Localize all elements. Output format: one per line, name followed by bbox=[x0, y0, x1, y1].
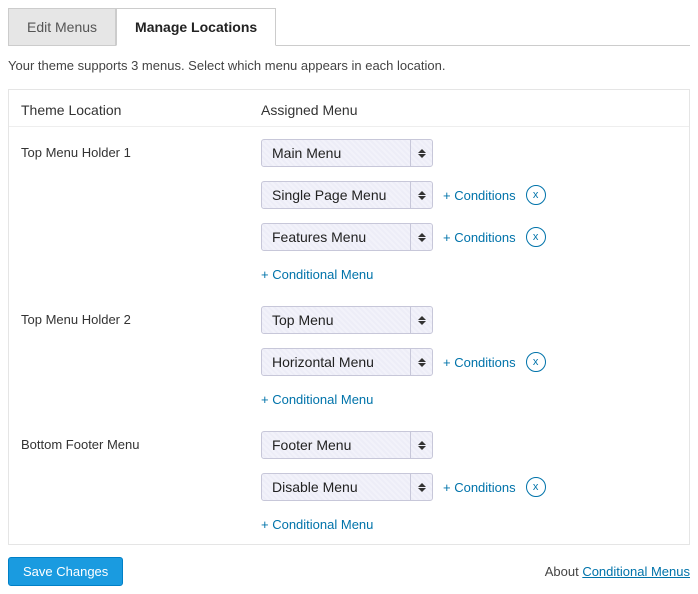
select-value: Single Page Menu bbox=[272, 187, 386, 203]
footer-row: Save Changes About Conditional Menus bbox=[8, 557, 690, 586]
conditions-link[interactable]: + Conditions bbox=[443, 355, 516, 370]
add-conditional-menu-link[interactable]: + Conditional Menu bbox=[261, 265, 677, 282]
assign-line-conditional: Horizontal Menu + Conditions x bbox=[261, 348, 677, 376]
updown-icon bbox=[410, 182, 432, 208]
assignments: Footer Menu Disable Menu + Conditions x + Co… bbox=[261, 431, 677, 532]
select-value: Top Menu bbox=[272, 312, 333, 328]
assign-line-primary: Footer Menu bbox=[261, 431, 677, 459]
updown-icon bbox=[410, 140, 432, 166]
menu-select-primary[interactable]: Footer Menu bbox=[261, 431, 433, 459]
location-name: Top Menu Holder 1 bbox=[21, 139, 261, 160]
add-conditional-menu-link[interactable]: + Conditional Menu bbox=[261, 390, 677, 407]
updown-icon bbox=[410, 432, 432, 458]
about-link[interactable]: Conditional Menus bbox=[582, 564, 690, 579]
remove-button[interactable]: x bbox=[526, 185, 546, 205]
menu-select-primary[interactable]: Top Menu bbox=[261, 306, 433, 334]
remove-button[interactable]: x bbox=[526, 477, 546, 497]
save-button[interactable]: Save Changes bbox=[8, 557, 123, 586]
menu-select-conditional[interactable]: Features Menu bbox=[261, 223, 433, 251]
select-value: Disable Menu bbox=[272, 479, 358, 495]
assign-line-conditional: Features Menu + Conditions x bbox=[261, 223, 677, 251]
assignments: Top Menu Horizontal Menu + Conditions x + Co… bbox=[261, 306, 677, 407]
tab-manage-locations[interactable]: Manage Locations bbox=[116, 8, 276, 46]
table-header: Theme Location Assigned Menu bbox=[9, 90, 689, 127]
select-value: Footer Menu bbox=[272, 437, 351, 453]
menu-select-conditional[interactable]: Horizontal Menu bbox=[261, 348, 433, 376]
assign-line-conditional: Disable Menu + Conditions x bbox=[261, 473, 677, 501]
assign-line-primary: Main Menu bbox=[261, 139, 677, 167]
assignments: Main MenuSingle Page Menu+ ConditionsxFe… bbox=[261, 139, 677, 282]
conditions-link[interactable]: + Conditions bbox=[443, 230, 516, 245]
about-prefix: About bbox=[545, 564, 583, 579]
select-value: Horizontal Menu bbox=[272, 354, 374, 370]
add-conditional-menu-link[interactable]: + Conditional Menu bbox=[261, 515, 677, 532]
locations-table: Theme Location Assigned Menu Top Menu Ho… bbox=[8, 89, 690, 545]
tabs-bar: Edit Menus Manage Locations bbox=[8, 8, 690, 46]
location-name: Bottom Footer Menu bbox=[21, 431, 261, 452]
header-assigned-menu: Assigned Menu bbox=[261, 102, 677, 118]
updown-icon bbox=[410, 224, 432, 250]
menu-select-primary[interactable]: Main Menu bbox=[261, 139, 433, 167]
conditions-link[interactable]: + Conditions bbox=[443, 188, 516, 203]
select-value: Features Menu bbox=[272, 229, 366, 245]
remove-button[interactable]: x bbox=[526, 352, 546, 372]
menu-select-conditional[interactable]: Disable Menu bbox=[261, 473, 433, 501]
assign-line-conditional: Single Page Menu + Conditions x bbox=[261, 181, 677, 209]
about-text: About Conditional Menus bbox=[545, 564, 690, 579]
location-name: Top Menu Holder 2 bbox=[21, 306, 261, 327]
menu-select-conditional[interactable]: Single Page Menu bbox=[261, 181, 433, 209]
location-row: Bottom Footer Menu Footer Menu Disable Men… bbox=[9, 419, 689, 544]
assign-line-primary: Top Menu bbox=[261, 306, 677, 334]
location-row: Top Menu Holder 1 Main Menu Single Page Me… bbox=[9, 127, 689, 294]
header-theme-location: Theme Location bbox=[21, 102, 261, 118]
location-row: Top Menu Holder 2 Top Menu Horizontal Menu… bbox=[9, 294, 689, 419]
select-value: Main Menu bbox=[272, 145, 341, 161]
conditions-link[interactable]: + Conditions bbox=[443, 480, 516, 495]
updown-icon bbox=[410, 307, 432, 333]
updown-icon bbox=[410, 349, 432, 375]
updown-icon bbox=[410, 474, 432, 500]
tab-edit-menus[interactable]: Edit Menus bbox=[8, 8, 116, 46]
remove-button[interactable]: x bbox=[526, 227, 546, 247]
description-text: Your theme supports 3 menus. Select whic… bbox=[8, 58, 690, 73]
